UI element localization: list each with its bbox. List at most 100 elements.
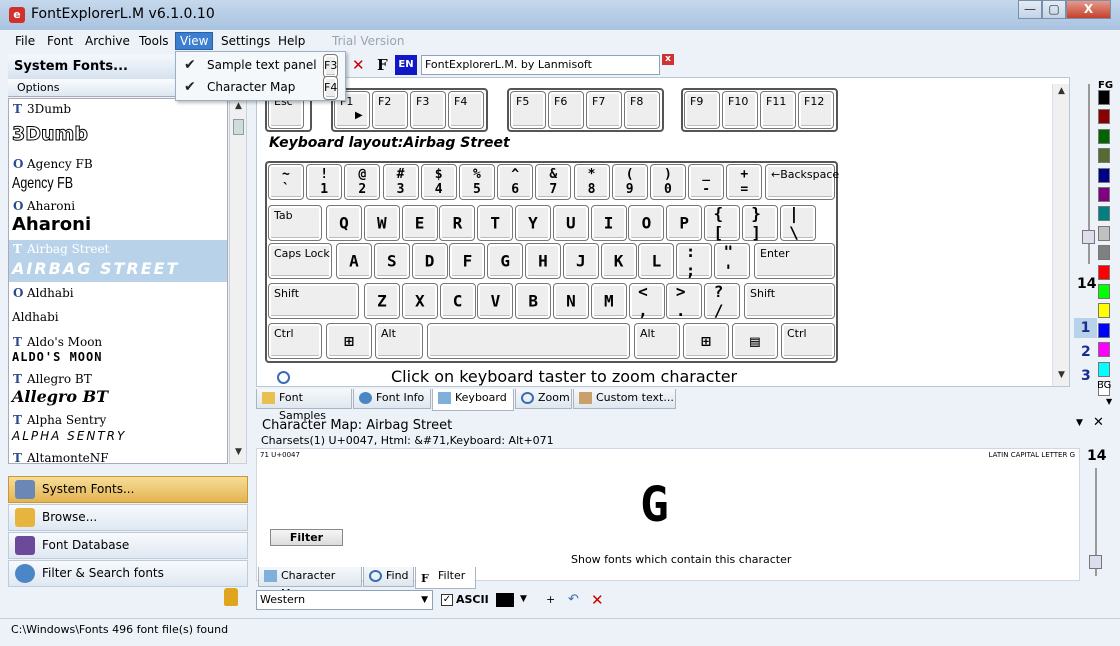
ascii-checkbox[interactable]: ✓ [441,594,453,606]
menu-tools[interactable]: Tools [135,33,173,51]
fkey-f10[interactable]: F10 [722,91,758,129]
palette-color-swatch[interactable] [1098,245,1110,261]
key-shift-right[interactable]: Shift [744,283,835,319]
tab-font-info[interactable]: Font Info [353,389,431,409]
sample-line-1[interactable]: 1 [1074,318,1097,338]
key-7[interactable]: & 7 [535,164,572,200]
add-icon[interactable]: + [546,593,555,606]
key-u[interactable]: U [552,205,589,241]
key-m[interactable]: M [590,283,627,319]
fkey-f4[interactable]: F4 [448,91,484,129]
menu-archive[interactable]: Archive [81,33,134,51]
font-list[interactable]: T 3Dumb 3Dumb O Agency FB Agency FB O Aharo… [8,98,228,464]
font-list-item[interactable]: O Aldhabi Aldhabi [9,282,227,332]
fkey-f3[interactable]: F3 [410,91,446,129]
fkey-f7[interactable]: F7 [586,91,622,129]
key-y[interactable]: Y [515,205,551,241]
palette-color-swatch[interactable] [1098,361,1110,377]
maximize-button[interactable]: ▢ [1042,0,1066,19]
key-b[interactable]: B [515,283,552,319]
key-row5-2[interactable]: Alt [375,323,423,359]
undo-icon[interactable]: ↶ [568,592,579,607]
menu-file[interactable]: File [11,33,39,51]
key-3[interactable]: #3 [382,164,419,200]
fkey-f12[interactable]: F12 [798,91,834,129]
font-list-item[interactable]: T AltamonteNF [9,447,227,463]
font-list-item[interactable]: T Aldo's Moon ALDO'S MOON [9,332,227,367]
font-list-item[interactable]: O Aharoni Aharoni [9,197,227,240]
menu-settings[interactable]: Settings [217,33,274,51]
key-v[interactable]: V [477,283,514,319]
font-list-item[interactable]: O Agency FB Agency FB [9,155,227,197]
scroll-down-icon[interactable]: ▼ [232,447,245,461]
menu-font[interactable]: Font [43,33,77,51]
palette-color-swatch[interactable] [1098,206,1110,222]
language-button[interactable]: EN [395,55,417,75]
fkey-f6[interactable]: F6 [548,91,584,129]
key-q[interactable]: Q [326,205,362,241]
key-l[interactable]: L [638,243,675,279]
key-x[interactable]: X [401,283,438,319]
font-list-item[interactable]: T 3Dumb 3Dumb [9,99,227,155]
fkey-f5[interactable]: F5 [510,91,546,129]
tab-custom-text[interactable]: Custom text... [573,389,676,409]
size-slider-thumb[interactable] [1082,230,1095,244]
key-k[interactable]: K [600,243,637,279]
key-f[interactable]: F [449,243,486,279]
key-g[interactable]: G [487,243,524,279]
key-row5-3[interactable] [427,323,630,359]
menu-item-character-map[interactable]: ✔ Character Map F4 [177,76,344,100]
key-<[interactable]: < , [628,282,665,320]
key->[interactable]: > . [666,282,703,320]
panel-close-icon[interactable]: ✕ [1093,415,1104,430]
key-"[interactable]: " ' [714,242,750,280]
palette-color-swatch[interactable] [1098,284,1110,299]
key-p[interactable]: P [666,205,703,241]
key-=[interactable]: + = [726,164,763,200]
key-?[interactable]: ? / [704,282,741,320]
palette-color-swatch[interactable] [1098,264,1110,280]
font-list-item[interactable]: T Alpha Sentry ALPHA SENTRY [9,409,227,447]
tab-character-map[interactable]: Character Map [258,567,362,600]
fkey-f9[interactable]: F9 [684,91,720,129]
key-c[interactable]: C [439,283,476,319]
scroll-down-icon[interactable]: ▼ [1055,370,1068,384]
palette-color-swatch[interactable] [1098,167,1110,183]
key-row5-7[interactable]: Ctrl [781,323,835,359]
font-list-item[interactable]: T Allegro BT Allegro BT [9,367,227,409]
key-shift-left[interactable]: Shift [268,283,359,319]
font-style-icon[interactable]: F [377,56,388,74]
key-4[interactable]: $4 [420,164,457,200]
font-list-scrollbar[interactable]: ▲ ▼ [229,98,247,464]
menu-help[interactable]: Help [274,33,309,51]
key-h[interactable]: H [525,243,561,279]
nav-font-database[interactable]: Font Database [8,532,248,559]
scroll-thumb[interactable] [233,119,244,135]
key-j[interactable]: J [562,243,599,279]
key-caps-lock[interactable]: Caps Lock [268,243,332,279]
key-|[interactable]: | \ [779,204,816,242]
key-row5-6[interactable]: ▤ [732,323,778,359]
key-row5-1[interactable]: ⊞ [326,323,372,359]
sample-text-input[interactable]: FontExplorerL.M. by Lanmisoft [421,55,660,75]
panel-menu-icon[interactable]: ▼ [1076,418,1083,428]
nav-filter-search[interactable]: Filter & Search fonts [8,560,248,587]
key-:[interactable]: : ; [676,242,713,280]
menu-view[interactable]: View [175,32,214,50]
key-row5-4[interactable]: Alt [634,323,680,359]
scroll-up-icon[interactable]: ▲ [232,101,245,115]
color-dropdown-icon[interactable]: ▼ [520,594,527,604]
filter-button[interactable]: Filter [270,529,343,546]
palette-color-swatch[interactable] [1098,90,1110,105]
nav-system-fonts[interactable]: System Fonts... [8,476,248,503]
palette-color-swatch[interactable] [1098,322,1110,338]
key-n[interactable]: N [553,283,589,319]
lock-icon[interactable] [224,588,238,606]
palette-color-swatch[interactable] [1098,148,1110,164]
fkey-f11[interactable]: F11 [760,91,796,129]
key-backspace[interactable]: ←Backspace [765,164,839,200]
tab-font-samples[interactable]: Font Samples [256,389,352,422]
key-e[interactable]: E [401,205,438,241]
sample-line-3[interactable]: 3 [1081,368,1091,384]
key-6[interactable]: ^ 6 [497,164,534,200]
